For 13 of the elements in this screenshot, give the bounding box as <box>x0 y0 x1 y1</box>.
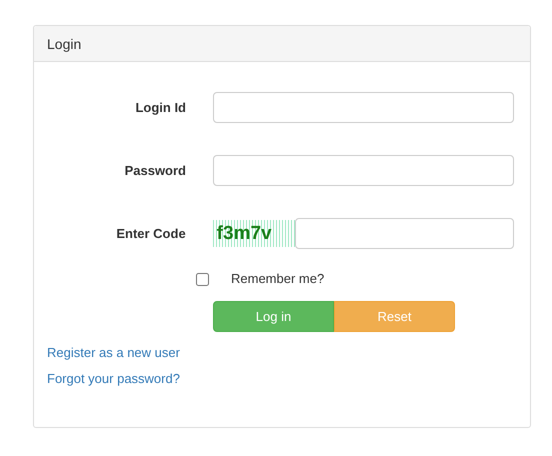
link[interactable]: Register as a new user <box>47 345 180 360</box>
field-label: Enter Code <box>115 226 186 241</box>
panel-header: Login <box>34 26 530 62</box>
input-field[interactable] <box>295 218 514 249</box>
login-button[interactable]: Log in <box>213 301 334 332</box>
checkbox-label: Remember me? <box>231 271 324 286</box>
input-field[interactable] <box>213 155 514 186</box>
checkbox[interactable] <box>196 273 209 286</box>
field-label: Password <box>124 163 186 178</box>
captcha-image: f3m7v <box>212 220 296 247</box>
input-field[interactable] <box>213 92 514 123</box>
field-label: Login Id <box>134 100 186 115</box>
link[interactable]: Forgot your password? <box>47 371 180 386</box>
